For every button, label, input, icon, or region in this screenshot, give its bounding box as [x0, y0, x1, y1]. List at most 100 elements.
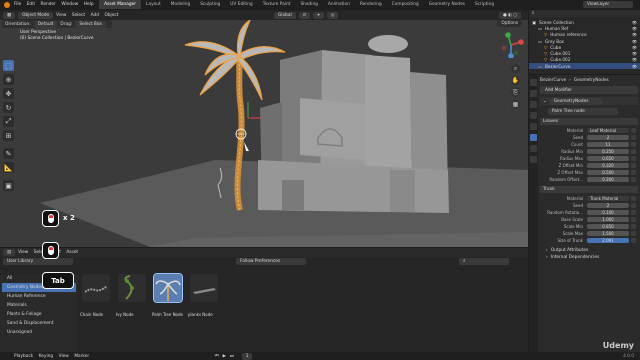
trunk-panel-header[interactable]: Trunk: [540, 186, 638, 193]
asset-editor-icon[interactable]: ▤: [3, 249, 16, 256]
workspace-tab[interactable]: Scripting: [470, 0, 499, 9]
asset-thumbnail[interactable]: [190, 274, 218, 302]
navigation-gizmo-icon[interactable]: [498, 32, 524, 58]
select-tool-icon[interactable]: ⬚: [3, 60, 14, 71]
viewport-menu-item[interactable]: Select: [72, 13, 85, 18]
property-value-field[interactable]: 0.320: [587, 162, 629, 169]
workspace-tab[interactable]: UV Editing: [225, 0, 257, 9]
proportional-edit-icon[interactable]: ◎: [326, 11, 339, 19]
annotate-tool-icon[interactable]: ✎: [3, 148, 14, 159]
view-layer-field[interactable]: ViewLayer: [583, 1, 633, 8]
viewlayer-box[interactable]: ViewLayer: [583, 1, 636, 8]
jump-start-icon[interactable]: ⏮: [215, 354, 219, 359]
visibility-eye-icon[interactable]: 👁: [632, 57, 637, 62]
play-icon[interactable]: ▶: [223, 354, 226, 359]
mode-dropdown[interactable]: Object Mode: [18, 11, 54, 19]
property-value-field[interactable]: 0.200: [587, 176, 629, 183]
attribute-toggle-button[interactable]: [631, 127, 636, 134]
workspace-tab[interactable]: Shading: [295, 0, 322, 9]
attribute-toggle-button[interactable]: [631, 209, 636, 216]
cursor-tool-icon[interactable]: ⊕: [3, 74, 14, 85]
workspace-tab[interactable]: Geometry Nodes: [424, 0, 470, 9]
attribute-toggle-button[interactable]: [631, 237, 636, 244]
outliner-search-icon[interactable]: ⌕: [532, 11, 534, 16]
visibility-eye-icon[interactable]: 👁: [632, 26, 637, 31]
viewport-menu-item[interactable]: Add: [91, 13, 99, 18]
add-modifier-button[interactable]: Add Modifier: [540, 86, 638, 94]
transform-tool-icon[interactable]: ⊞: [3, 130, 14, 141]
output-tab-icon[interactable]: [530, 101, 537, 108]
menu-item[interactable]: Window: [61, 2, 78, 7]
property-value-field[interactable]: 0.850: [587, 223, 629, 230]
ortho-toggle-icon[interactable]: ▦: [511, 100, 520, 109]
pivot-icon[interactable]: ⊙: [298, 11, 311, 19]
property-value-field[interactable]: 2.091: [587, 237, 629, 244]
attribute-toggle-button[interactable]: [631, 155, 636, 162]
attribute-toggle-button[interactable]: [631, 162, 636, 169]
category-item[interactable]: Sand & Displacement: [2, 319, 76, 328]
library-dropdown[interactable]: User Library: [3, 258, 73, 265]
visibility-eye-icon[interactable]: 👁: [632, 51, 637, 56]
visibility-eye-icon[interactable]: 👁: [632, 45, 637, 50]
modifier-name-field[interactable]: GeometryNodes: [549, 97, 602, 105]
property-value-field[interactable]: 1.000: [587, 216, 629, 223]
chevron-down-icon[interactable]: ⌄: [543, 99, 547, 104]
attribute-toggle-button[interactable]: [631, 176, 636, 183]
asset-thumbnail[interactable]: [82, 274, 110, 302]
viewport-menu-item[interactable]: Object: [104, 13, 118, 18]
current-frame-field[interactable]: 1: [241, 352, 253, 360]
workspace-tab[interactable]: Texture Paint: [258, 0, 296, 9]
property-value-field[interactable]: Leaf Material: [587, 127, 629, 134]
visibility-eye-icon[interactable]: 👁: [632, 20, 637, 25]
data-tab-icon[interactable]: [530, 145, 537, 152]
property-value-field[interactable]: 0.500: [587, 169, 629, 176]
zoom-view-icon[interactable]: ⌕: [511, 64, 520, 73]
workspace-tab-active[interactable]: Asset Manager: [99, 0, 142, 9]
menu-item[interactable]: Help: [84, 2, 94, 7]
category-item[interactable]: Unassigned: [2, 328, 76, 337]
editor-type-icon[interactable]: ▦: [3, 11, 16, 19]
attribute-toggle-button[interactable]: [631, 223, 636, 230]
visibility-eye-icon[interactable]: 👁: [632, 39, 637, 44]
blender-logo-icon[interactable]: [4, 1, 10, 8]
tool-tab-icon[interactable]: [530, 79, 537, 86]
workspace-tab[interactable]: Modeling: [166, 0, 196, 9]
visibility-eye-icon[interactable]: 👁: [632, 64, 637, 69]
menu-item[interactable]: Render: [41, 2, 56, 7]
collapsed-panel-row[interactable]: › Internal Dependencies: [540, 254, 638, 261]
attribute-toggle-button[interactable]: [631, 148, 636, 155]
attribute-toggle-button[interactable]: [631, 134, 636, 141]
leaves-panel-header[interactable]: Leaves: [540, 118, 638, 125]
property-value-field[interactable]: Trunk Material: [587, 195, 629, 202]
measure-tool-icon[interactable]: 📐: [3, 162, 14, 173]
viewport-menu-item[interactable]: View: [56, 13, 66, 18]
workspace-tab[interactable]: Compositing: [387, 0, 424, 9]
workspace-tab[interactable]: Sculpting: [195, 0, 225, 9]
asset-thumbnail[interactable]: [153, 273, 183, 303]
add-cube-tool-icon[interactable]: ▣: [3, 180, 14, 191]
property-value-field[interactable]: 0.250: [587, 148, 629, 155]
viewport-shading-icon[interactable]: ● ◐ ○: [499, 12, 521, 19]
category-item[interactable]: Materials: [2, 301, 76, 310]
asset-thumbnail[interactable]: [118, 274, 146, 302]
asset-menu-item[interactable]: View: [18, 250, 28, 255]
attribute-toggle-button[interactable]: [631, 141, 636, 148]
attribute-toggle-button[interactable]: [631, 202, 636, 209]
node-group-field[interactable]: Palm Tree node: [548, 107, 618, 115]
attribute-toggle-button[interactable]: [631, 195, 636, 202]
timeline-menu-item[interactable]: Keying: [39, 354, 53, 359]
snap-icon[interactable]: ⌖: [313, 11, 324, 19]
scale-tool-icon[interactable]: ⤢: [3, 116, 14, 127]
attribute-toggle-button[interactable]: [631, 230, 636, 237]
property-value-field[interactable]: 2: [587, 134, 629, 141]
move-tool-icon[interactable]: ✥: [3, 88, 14, 99]
modifier-tab-icon[interactable]: [530, 134, 537, 141]
outliner-row[interactable]: ▭ BezierCurve 👁: [529, 63, 640, 70]
collapsed-panel-row[interactable]: › Output Attributes: [540, 247, 638, 254]
render-tab-icon[interactable]: [530, 90, 537, 97]
jump-end-icon[interactable]: ⏭: [230, 354, 234, 359]
property-value-field[interactable]: 0.100: [587, 209, 629, 216]
menu-item[interactable]: Edit: [27, 2, 35, 7]
object-tab-icon[interactable]: [530, 123, 537, 130]
pan-view-icon[interactable]: ✋: [511, 76, 520, 85]
